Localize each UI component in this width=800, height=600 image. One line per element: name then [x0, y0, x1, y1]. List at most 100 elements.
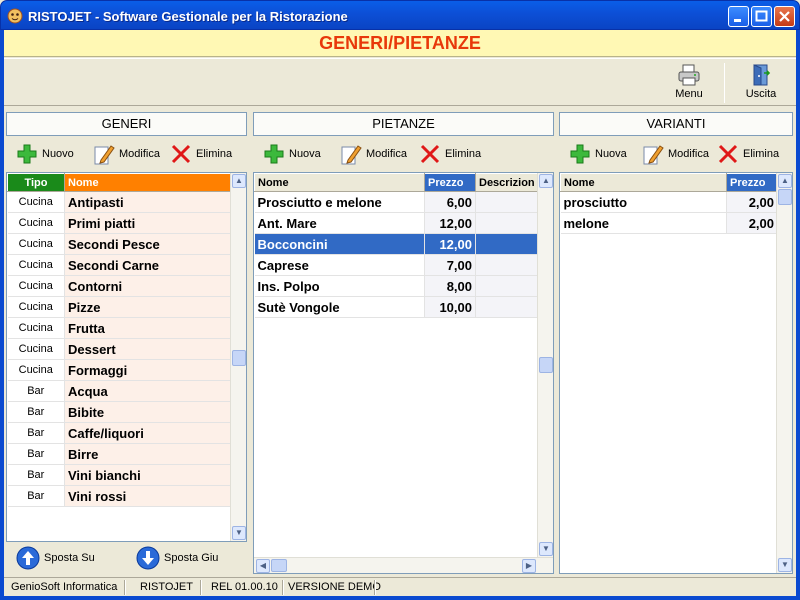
cell-tipo: Cucina — [7, 296, 65, 318]
table-row[interactable]: Bar Bibite — [7, 401, 233, 423]
column-header-nome[interactable]: Nome — [64, 173, 233, 192]
cell-tipo: Bar — [7, 401, 65, 423]
table-row[interactable]: Ins. Polpo 8,00 — [254, 275, 539, 297]
table-row[interactable]: Bocconcini 12,00 — [254, 233, 539, 255]
column-header-prezzo[interactable]: Prezzo — [726, 173, 778, 192]
window-titlebar[interactable]: RISTOJET - Software Gestionale per la Ri… — [0, 0, 800, 30]
scroll-up-arrow[interactable]: ▲ — [539, 174, 553, 188]
cell-descrizione — [475, 296, 539, 318]
column-header-nome[interactable]: Nome — [560, 173, 727, 192]
column-header-descrizione[interactable]: Descrizion — [475, 173, 539, 192]
generi-elimina-button[interactable]: Elimina — [170, 142, 232, 166]
column-header-prezzo[interactable]: Prezzo — [424, 173, 476, 192]
table-row[interactable]: Cucina Secondi Pesce — [7, 233, 233, 255]
table-row[interactable]: Sutè Vongole 10,00 — [254, 296, 539, 318]
menu-button[interactable]: Menu — [658, 61, 720, 105]
table-row[interactable]: Bar Acqua — [7, 380, 233, 402]
pietanze-grid[interactable]: Nome Prezzo Descrizion Prosciutto e melo… — [253, 172, 554, 574]
varianti-grid[interactable]: Nome Prezzo prosciutto 2,00 melone 2,00 ▲ ▼ — [559, 172, 793, 574]
table-row[interactable]: Bar Vini rossi — [7, 485, 233, 507]
cell-nome: melone — [560, 212, 727, 234]
generi-nuovo-button[interactable]: Nuovo — [16, 142, 74, 166]
scroll-down-arrow[interactable]: ▼ — [232, 526, 246, 540]
cell-tipo: Cucina — [7, 254, 65, 276]
cell-nome: Prosciutto e melone — [254, 191, 425, 213]
scroll-left-arrow[interactable]: ◀ — [256, 559, 270, 573]
table-row[interactable]: Cucina Primi piatti — [7, 212, 233, 234]
pietanze-vertical-scrollbar[interactable]: ▲ ▼ — [537, 173, 553, 557]
varianti-nuova-button[interactable]: Nuova — [569, 142, 627, 166]
status-bar: GenioSoft Informatica RISTOJET REL 01.00… — [4, 577, 796, 596]
cell-prezzo: 12,00 — [424, 233, 476, 255]
cell-descrizione — [475, 233, 539, 255]
pietanze-nuova-button[interactable]: Nuova — [263, 142, 321, 166]
generi-grid[interactable]: Tipo Nome Cucina Antipasti Cucina Primi pia… — [6, 172, 247, 542]
table-row[interactable]: Cucina Frutta — [7, 317, 233, 339]
scroll-thumb[interactable] — [232, 350, 246, 366]
table-row[interactable]: Bar Vini bianchi — [7, 464, 233, 486]
cell-nome: Primi piatti — [64, 212, 233, 234]
app-icon — [7, 8, 23, 24]
varianti-elimina-button[interactable]: Elimina — [717, 142, 779, 166]
page-title: GENERI/PIETANZE — [4, 30, 796, 57]
pietanze-modifica-button[interactable]: Modifica — [340, 142, 407, 166]
main-toolbar: Menu Uscita — [4, 58, 796, 106]
toolbar-separator — [724, 63, 725, 103]
status-separator — [200, 580, 202, 595]
generi-vertical-scrollbar[interactable]: ▲ ▼ — [230, 173, 246, 541]
generi-nuovo-label: Nuovo — [42, 148, 74, 160]
varianti-vertical-scrollbar[interactable]: ▲ ▼ — [776, 173, 792, 573]
window-frame-right — [796, 30, 800, 600]
table-row[interactable]: Ant. Mare 12,00 — [254, 212, 539, 234]
table-row[interactable]: Caprese 7,00 — [254, 254, 539, 276]
pietanze-nuova-label: Nuova — [289, 148, 321, 160]
scroll-thumb[interactable] — [539, 357, 553, 373]
table-row[interactable]: Cucina Pizze — [7, 296, 233, 318]
scroll-right-arrow[interactable]: ▶ — [522, 559, 536, 573]
table-row[interactable]: melone 2,00 — [560, 212, 778, 234]
scroll-thumb[interactable] — [778, 189, 792, 205]
add-icon — [264, 144, 284, 164]
table-row[interactable]: Bar Birre — [7, 443, 233, 465]
maximize-button[interactable] — [751, 6, 772, 27]
generi-table: Tipo Nome Cucina Antipasti Cucina Primi pia… — [7, 173, 233, 507]
column-header-tipo[interactable]: Tipo — [7, 173, 65, 192]
pietanze-elimina-button[interactable]: Elimina — [419, 142, 481, 166]
edit-icon — [94, 145, 115, 165]
uscita-button[interactable]: Uscita — [730, 61, 792, 105]
scroll-down-arrow[interactable]: ▼ — [778, 558, 792, 572]
scroll-up-arrow[interactable]: ▲ — [778, 174, 792, 188]
scroll-up-arrow[interactable]: ▲ — [232, 174, 246, 188]
varianti-modifica-button[interactable]: Modifica — [642, 142, 709, 166]
window-frame-left — [0, 30, 4, 600]
table-row[interactable]: Cucina Secondi Carne — [7, 254, 233, 276]
cell-tipo: Bar — [7, 422, 65, 444]
table-row[interactable]: Cucina Dessert — [7, 338, 233, 360]
scroll-down-arrow[interactable]: ▼ — [539, 542, 553, 556]
table-row[interactable]: Prosciutto e melone 6,00 — [254, 191, 539, 213]
table-row[interactable]: Cucina Antipasti — [7, 191, 233, 213]
edit-icon — [341, 145, 362, 165]
table-row[interactable]: prosciutto 2,00 — [560, 191, 778, 213]
cell-prezzo: 8,00 — [424, 275, 476, 297]
cell-prezzo: 2,00 — [726, 212, 778, 234]
sposta-giu-button[interactable]: Sposta Giu — [136, 546, 218, 570]
add-icon — [17, 144, 37, 164]
table-row[interactable]: Cucina Formaggi — [7, 359, 233, 381]
table-row[interactable]: Cucina Contorni — [7, 275, 233, 297]
generi-modifica-button[interactable]: Modifica — [93, 142, 160, 166]
generi-button-row: Nuovo Modifica Elimina — [6, 138, 247, 170]
pietanze-elimina-label: Elimina — [445, 148, 482, 160]
status-app: RISTOJET — [140, 581, 193, 593]
varianti-nuova-label: Nuova — [595, 148, 627, 160]
pietanze-horizontal-scrollbar[interactable]: ◀ ▶ — [254, 557, 553, 573]
table-row[interactable]: Bar Caffe/liquori — [7, 422, 233, 444]
pietanze-button-row: Nuova Modifica Elimina — [253, 138, 554, 170]
column-header-nome[interactable]: Nome — [254, 173, 425, 192]
scroll-thumb[interactable] — [271, 559, 287, 572]
sposta-su-button[interactable]: Sposta Su — [16, 546, 95, 570]
close-icon — [779, 11, 790, 22]
cell-descrizione — [475, 212, 539, 234]
minimize-button[interactable] — [728, 6, 749, 27]
close-window-button[interactable] — [774, 6, 795, 27]
